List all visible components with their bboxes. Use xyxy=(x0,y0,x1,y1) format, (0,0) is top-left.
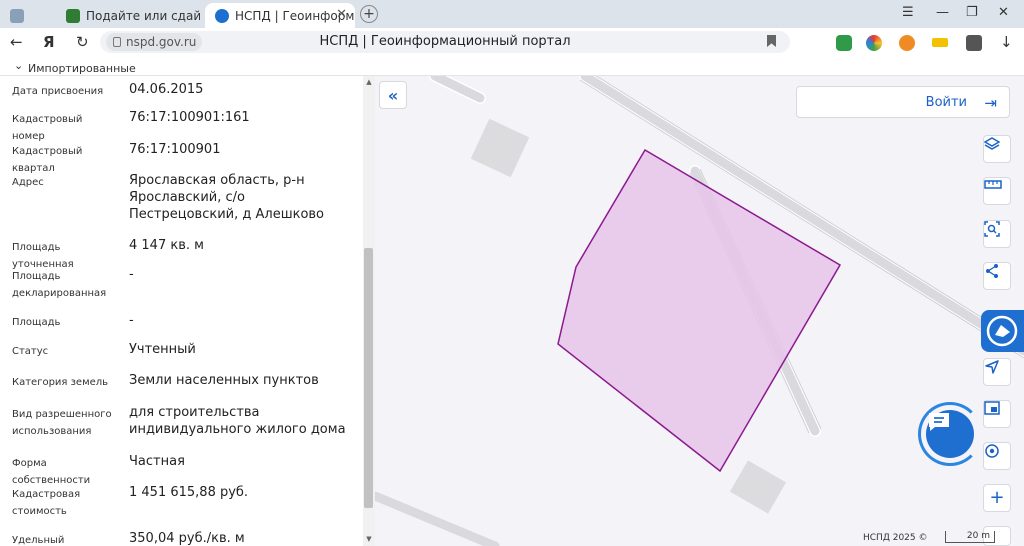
building xyxy=(470,118,530,178)
map-view[interactable]: « Войти ⇥ + НСПД 2025 © 20 m xyxy=(375,76,1024,546)
login-icon: ⇥ xyxy=(984,94,997,112)
tab-label: Подайте или сдайте в а xyxy=(86,8,200,23)
layers-icon xyxy=(984,137,1000,150)
info-value: - xyxy=(129,267,134,282)
nspd-assistant-tab[interactable] xyxy=(981,310,1024,352)
picture-button[interactable] xyxy=(983,400,1011,428)
info-label: Площадь xyxy=(12,317,61,328)
scale-label: 20 m xyxy=(966,531,990,541)
nspd-logo-icon xyxy=(986,315,1018,347)
zoom-in-button[interactable]: + xyxy=(983,484,1011,512)
info-label: Категория земель xyxy=(12,377,109,388)
info-label: Адрес xyxy=(12,177,44,188)
scrollbar-thumb[interactable] xyxy=(364,248,373,508)
nspd-favicon-icon xyxy=(215,8,229,23)
info-label: Вид разрешенного использования xyxy=(12,409,112,437)
info-label: Кадастровая стоимость xyxy=(12,489,81,517)
login-button[interactable]: Войти ⇥ xyxy=(796,86,1010,118)
info-label: Кадастровый квартал xyxy=(12,146,83,174)
info-value: Частная xyxy=(129,454,185,469)
copyright: НСПД 2025 © xyxy=(863,533,928,543)
extension-star-icon[interactable] xyxy=(866,35,882,51)
address-bar[interactable]: nspd.gov.ru НСПД | Геоинформационный пор… xyxy=(100,31,790,53)
bookmarks-folder[interactable]: Импортированные ⌄ xyxy=(14,59,136,75)
new-tab-button[interactable]: + xyxy=(360,5,378,23)
info-value: - xyxy=(129,313,134,328)
ruler-button[interactable] xyxy=(983,177,1011,205)
search-area-button[interactable] xyxy=(983,220,1011,248)
info-value[interactable]: 76:17:100901:161 xyxy=(129,109,357,126)
info-value: 4 147 кв. м xyxy=(129,238,204,253)
realty-favicon-icon xyxy=(66,8,80,23)
navigate-button[interactable] xyxy=(983,358,1011,386)
info-value[interactable]: 76:17:100901 xyxy=(129,141,357,158)
close-icon[interactable]: ✕ xyxy=(336,7,347,22)
parcel-polygon[interactable] xyxy=(557,148,842,473)
share-icon xyxy=(986,264,998,278)
page-title: НСПД | Геоинформационный портал xyxy=(319,34,571,49)
navigate-icon xyxy=(985,360,999,374)
info-value: 04.06.2015 xyxy=(129,82,204,97)
extension-coin-icon[interactable] xyxy=(899,35,915,51)
tab-pinned-icon xyxy=(10,8,24,23)
scroll-up-icon[interactable]: ▲ xyxy=(365,78,373,86)
chat-button[interactable] xyxy=(926,410,974,458)
info-label: Статус xyxy=(12,346,49,357)
info-value: Учтенный xyxy=(129,342,196,357)
minimize-icon[interactable]: — xyxy=(936,5,949,20)
info-label: Площадь декларированная xyxy=(12,271,107,299)
ruler-icon xyxy=(984,180,1002,189)
tab-realty[interactable]: Подайте или сдайте в а xyxy=(60,3,200,28)
info-label: Кадастровый номер xyxy=(12,114,83,142)
bookmarks-bar: Импортированные ⌄ xyxy=(0,56,1024,76)
collapse-panel-button[interactable]: « xyxy=(379,81,407,109)
zoom-in-icon: + xyxy=(989,487,1005,508)
tab-pinned[interactable] xyxy=(4,3,30,28)
extensions-puzzle-icon[interactable] xyxy=(966,35,982,51)
restore-icon[interactable]: ❐ xyxy=(966,5,978,20)
extension-shield-icon[interactable] xyxy=(836,35,852,51)
tab-strip: Подайте или сдайте в а НСПД | Геоинформа… xyxy=(0,0,1024,28)
geo-button[interactable] xyxy=(983,442,1011,470)
tab-nspd[interactable]: НСПД | Геоинформацио ✕ xyxy=(205,3,355,28)
layers-button[interactable] xyxy=(983,135,1011,163)
info-label: Дата присвоения xyxy=(12,86,104,97)
info-value: Ярославская область, р-н Ярославский, с/… xyxy=(129,173,325,222)
reload-icon[interactable]: ↻ xyxy=(76,33,89,51)
battery-icon[interactable] xyxy=(932,38,948,47)
share-button[interactable] xyxy=(983,262,1011,290)
scroll-down-icon[interactable]: ▼ xyxy=(365,535,373,543)
info-label: Форма собственности xyxy=(12,458,91,486)
building xyxy=(729,460,787,514)
back-icon[interactable]: ← xyxy=(10,33,23,51)
info-value: Земли населенных пунктов xyxy=(129,373,319,388)
info-value: 350,04 руб./кв. м xyxy=(129,531,245,546)
picture-icon xyxy=(984,401,1000,415)
map-canvas[interactable] xyxy=(375,76,1024,546)
search-area-icon xyxy=(984,221,1000,237)
yandex-icon[interactable]: Я xyxy=(43,33,55,51)
info-value: для строительства индивидуального жилого… xyxy=(129,405,346,437)
login-label: Войти xyxy=(925,95,967,110)
info-value: 1 451 615,88 руб. xyxy=(129,485,249,500)
chat-icon xyxy=(929,413,949,431)
parcel-info-panel: Дата присвоения 04.06.2015 Кадастровый н… xyxy=(0,76,375,546)
geo-icon xyxy=(985,444,999,458)
menu-icon[interactable]: ☰ xyxy=(902,5,914,20)
address-row: ← Я ↻ nspd.gov.ru НСПД | Геоинформационн… xyxy=(0,28,1024,56)
downloads-icon[interactable]: ↓ xyxy=(1000,33,1013,51)
window-close-icon[interactable]: ✕ xyxy=(998,5,1009,20)
info-label: Удельный показатель xyxy=(12,535,65,546)
scale-bar: 20 m xyxy=(945,531,995,543)
